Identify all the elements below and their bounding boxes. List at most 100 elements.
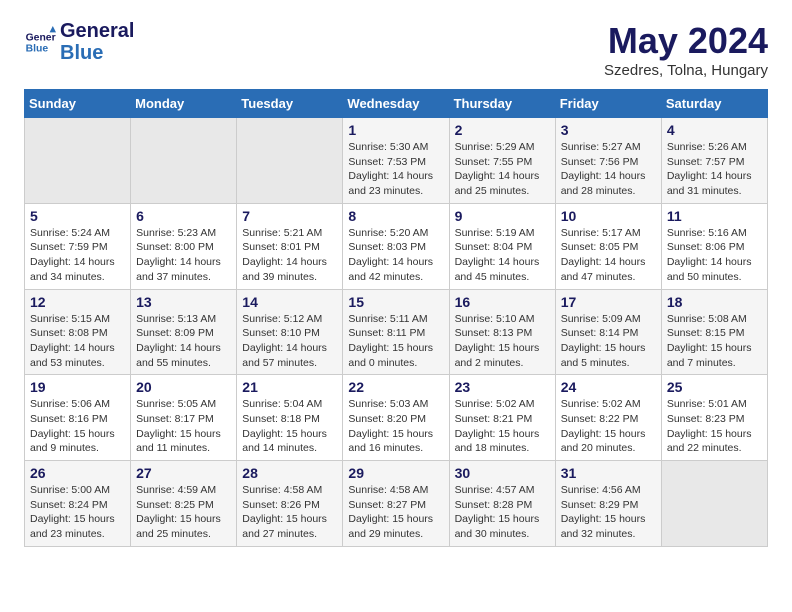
logo-wordmark: General Blue bbox=[60, 20, 134, 64]
cell-text: Sunrise: 5:02 AM Sunset: 8:21 PM Dayligh… bbox=[455, 397, 550, 456]
weekday-header-row: SundayMondayTuesdayWednesdayThursdayFrid… bbox=[25, 90, 768, 118]
day-number: 18 bbox=[667, 294, 762, 310]
calendar-cell: 24 Sunrise: 5:02 AM Sunset: 8:22 PM Dayli… bbox=[555, 375, 661, 461]
day-number: 10 bbox=[561, 208, 656, 224]
cell-text: Sunrise: 5:29 AM Sunset: 7:55 PM Dayligh… bbox=[455, 140, 550, 199]
calendar-cell: 12 Sunrise: 5:15 AM Sunset: 8:08 PM Dayli… bbox=[25, 289, 131, 375]
cell-text: Sunrise: 5:09 AM Sunset: 8:14 PM Dayligh… bbox=[561, 312, 656, 371]
day-number: 13 bbox=[136, 294, 231, 310]
cell-text: Sunrise: 5:15 AM Sunset: 8:08 PM Dayligh… bbox=[30, 312, 125, 371]
calendar-cell: 7 Sunrise: 5:21 AM Sunset: 8:01 PM Daylig… bbox=[237, 203, 343, 289]
cell-text: Sunrise: 5:12 AM Sunset: 8:10 PM Dayligh… bbox=[242, 312, 337, 371]
weekday-header-friday: Friday bbox=[555, 90, 661, 118]
weekday-header-tuesday: Tuesday bbox=[237, 90, 343, 118]
month-title: May 2024 bbox=[604, 20, 768, 62]
calendar-cell: 30 Sunrise: 4:57 AM Sunset: 8:28 PM Dayli… bbox=[449, 461, 555, 547]
calendar-cell bbox=[131, 118, 237, 204]
calendar-cell: 14 Sunrise: 5:12 AM Sunset: 8:10 PM Dayli… bbox=[237, 289, 343, 375]
day-number: 11 bbox=[667, 208, 762, 224]
day-number: 17 bbox=[561, 294, 656, 310]
calendar-cell: 5Sunrise: 5:24 AM Sunset: 7:59 PM Daylig… bbox=[25, 203, 131, 289]
cell-text: Sunrise: 4:58 AM Sunset: 8:26 PM Dayligh… bbox=[242, 483, 337, 542]
calendar-cell bbox=[25, 118, 131, 204]
cell-text: Sunrise: 5:26 AM Sunset: 7:57 PM Dayligh… bbox=[667, 140, 762, 199]
cell-text: Sunrise: 5:08 AM Sunset: 8:15 PM Dayligh… bbox=[667, 312, 762, 371]
day-number: 30 bbox=[455, 465, 550, 481]
cell-text: Sunrise: 5:01 AM Sunset: 8:23 PM Dayligh… bbox=[667, 397, 762, 456]
calendar-cell: 18 Sunrise: 5:08 AM Sunset: 8:15 PM Dayli… bbox=[661, 289, 767, 375]
day-number: 27 bbox=[136, 465, 231, 481]
calendar-cell: 3 Sunrise: 5:27 AM Sunset: 7:56 PM Daylig… bbox=[555, 118, 661, 204]
week-row-2: 5Sunrise: 5:24 AM Sunset: 7:59 PM Daylig… bbox=[25, 203, 768, 289]
calendar-cell: 2 Sunrise: 5:29 AM Sunset: 7:55 PM Daylig… bbox=[449, 118, 555, 204]
logo-line2: Blue bbox=[60, 42, 134, 64]
day-number: 4 bbox=[667, 122, 762, 138]
calendar-cell: 15 Sunrise: 5:11 AM Sunset: 8:11 PM Dayli… bbox=[343, 289, 449, 375]
day-number: 3 bbox=[561, 122, 656, 138]
calendar-cell: 23 Sunrise: 5:02 AM Sunset: 8:21 PM Dayli… bbox=[449, 375, 555, 461]
cell-text: Sunrise: 5:04 AM Sunset: 8:18 PM Dayligh… bbox=[242, 397, 337, 456]
cell-text: Sunrise: 5:21 AM Sunset: 8:01 PM Dayligh… bbox=[242, 226, 337, 285]
day-number: 2 bbox=[455, 122, 550, 138]
day-number: 24 bbox=[561, 379, 656, 395]
title-block: May 2024 Szedres, Tolna, Hungary bbox=[604, 20, 768, 79]
calendar-cell bbox=[661, 461, 767, 547]
cell-text: Sunrise: 5:16 AM Sunset: 8:06 PM Dayligh… bbox=[667, 226, 762, 285]
calendar-cell: 29Sunrise: 4:58 AM Sunset: 8:27 PM Dayli… bbox=[343, 461, 449, 547]
cell-text: Sunrise: 5:11 AM Sunset: 8:11 PM Dayligh… bbox=[348, 312, 443, 371]
day-number: 12 bbox=[30, 294, 125, 310]
cell-text: Sunrise: 4:56 AM Sunset: 8:29 PM Dayligh… bbox=[561, 483, 656, 542]
day-number: 26 bbox=[30, 465, 125, 481]
day-number: 1 bbox=[348, 122, 443, 138]
day-number: 22 bbox=[348, 379, 443, 395]
cell-text: Sunrise: 4:59 AM Sunset: 8:25 PM Dayligh… bbox=[136, 483, 231, 542]
calendar-cell: 25Sunrise: 5:01 AM Sunset: 8:23 PM Dayli… bbox=[661, 375, 767, 461]
cell-text: Sunrise: 5:23 AM Sunset: 8:00 PM Dayligh… bbox=[136, 226, 231, 285]
page-header: General Blue General Blue May 2024 Szedr… bbox=[24, 20, 768, 79]
day-number: 15 bbox=[348, 294, 443, 310]
calendar-cell: 13Sunrise: 5:13 AM Sunset: 8:09 PM Dayli… bbox=[131, 289, 237, 375]
cell-text: Sunrise: 5:27 AM Sunset: 7:56 PM Dayligh… bbox=[561, 140, 656, 199]
calendar-cell bbox=[237, 118, 343, 204]
cell-text: Sunrise: 5:05 AM Sunset: 8:17 PM Dayligh… bbox=[136, 397, 231, 456]
calendar-cell: 9Sunrise: 5:19 AM Sunset: 8:04 PM Daylig… bbox=[449, 203, 555, 289]
calendar-cell: 21 Sunrise: 5:04 AM Sunset: 8:18 PM Dayli… bbox=[237, 375, 343, 461]
day-number: 6 bbox=[136, 208, 231, 224]
svg-text:Blue: Blue bbox=[26, 44, 49, 55]
cell-text: Sunrise: 5:30 AM Sunset: 7:53 PM Dayligh… bbox=[348, 140, 443, 199]
calendar-cell: 1 Sunrise: 5:30 AM Sunset: 7:53 PM Daylig… bbox=[343, 118, 449, 204]
cell-text: Sunrise: 5:10 AM Sunset: 8:13 PM Dayligh… bbox=[455, 312, 550, 371]
calendar-cell: 16 Sunrise: 5:10 AM Sunset: 8:13 PM Dayli… bbox=[449, 289, 555, 375]
svg-text:General: General bbox=[26, 32, 56, 43]
calendar-cell: 19 Sunrise: 5:06 AM Sunset: 8:16 PM Dayli… bbox=[25, 375, 131, 461]
cell-text: Sunrise: 4:58 AM Sunset: 8:27 PM Dayligh… bbox=[348, 483, 443, 542]
day-number: 19 bbox=[30, 379, 125, 395]
location: Szedres, Tolna, Hungary bbox=[604, 62, 768, 79]
day-number: 21 bbox=[242, 379, 337, 395]
calendar-cell: 17 Sunrise: 5:09 AM Sunset: 8:14 PM Dayli… bbox=[555, 289, 661, 375]
cell-text: Sunrise: 5:02 AM Sunset: 8:22 PM Dayligh… bbox=[561, 397, 656, 456]
week-row-3: 12 Sunrise: 5:15 AM Sunset: 8:08 PM Dayli… bbox=[25, 289, 768, 375]
day-number: 23 bbox=[455, 379, 550, 395]
cell-text: Sunrise: 5:06 AM Sunset: 8:16 PM Dayligh… bbox=[30, 397, 125, 456]
week-row-4: 19 Sunrise: 5:06 AM Sunset: 8:16 PM Dayli… bbox=[25, 375, 768, 461]
calendar-cell: 11 Sunrise: 5:16 AM Sunset: 8:06 PM Dayli… bbox=[661, 203, 767, 289]
day-number: 16 bbox=[455, 294, 550, 310]
cell-text: Sunrise: 4:57 AM Sunset: 8:28 PM Dayligh… bbox=[455, 483, 550, 542]
calendar-cell: 28Sunrise: 4:58 AM Sunset: 8:26 PM Dayli… bbox=[237, 461, 343, 547]
cell-text: Sunrise: 5:19 AM Sunset: 8:04 PM Dayligh… bbox=[455, 226, 550, 285]
calendar-cell: 22Sunrise: 5:03 AM Sunset: 8:20 PM Dayli… bbox=[343, 375, 449, 461]
day-number: 5 bbox=[30, 208, 125, 224]
day-number: 31 bbox=[561, 465, 656, 481]
cell-text: Sunrise: 5:17 AM Sunset: 8:05 PM Dayligh… bbox=[561, 226, 656, 285]
logo-line1: General bbox=[60, 20, 134, 42]
day-number: 20 bbox=[136, 379, 231, 395]
day-number: 8 bbox=[348, 208, 443, 224]
calendar-cell: 8Sunrise: 5:20 AM Sunset: 8:03 PM Daylig… bbox=[343, 203, 449, 289]
weekday-header-wednesday: Wednesday bbox=[343, 90, 449, 118]
weekday-header-sunday: Sunday bbox=[25, 90, 131, 118]
week-row-1: 1 Sunrise: 5:30 AM Sunset: 7:53 PM Daylig… bbox=[25, 118, 768, 204]
calendar-cell: 10 Sunrise: 5:17 AM Sunset: 8:05 PM Dayli… bbox=[555, 203, 661, 289]
day-number: 14 bbox=[242, 294, 337, 310]
day-number: 7 bbox=[242, 208, 337, 224]
